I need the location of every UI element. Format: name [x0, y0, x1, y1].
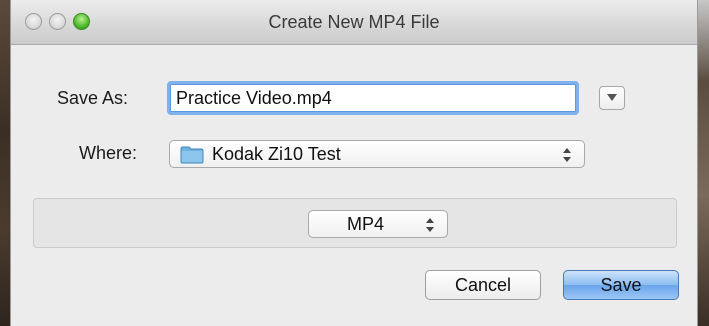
format-popup[interactable]: MP4 [308, 210, 448, 238]
where-popup[interactable]: Kodak Zi10 Test [169, 140, 585, 168]
desktop-background-right [697, 0, 709, 326]
triangle-down-icon [607, 94, 617, 101]
expand-dialog-button[interactable] [599, 86, 625, 110]
cancel-button[interactable]: Cancel [425, 270, 541, 300]
save-as-label: Save As: [57, 88, 129, 108]
folder-icon [180, 146, 204, 164]
save-dialog-window: Create New MP4 File Save As: Where: Koda… [10, 0, 698, 326]
title-bar: Create New MP4 File [11, 0, 697, 45]
where-popup-label: Kodak Zi10 Test [212, 144, 341, 164]
save-as-input[interactable] [167, 81, 579, 115]
updown-arrows-icon [563, 148, 571, 162]
save-button[interactable]: Save [563, 270, 679, 300]
updown-arrows-icon [426, 218, 434, 232]
format-popup-label: MP4 [347, 214, 385, 234]
where-label: Where: [79, 143, 138, 163]
desktop-background-left [0, 0, 10, 326]
format-panel: MP4 [33, 198, 677, 248]
window-title: Create New MP4 File [268, 12, 440, 32]
